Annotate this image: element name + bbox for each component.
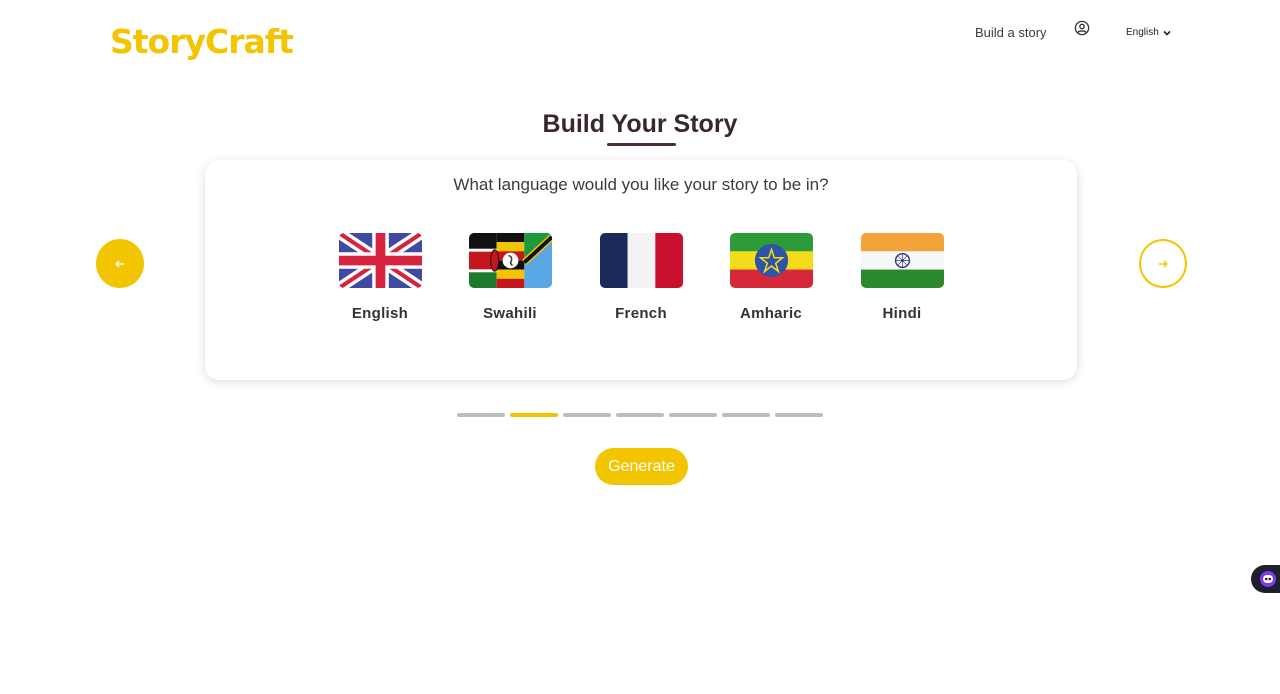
next-step-button[interactable] [1139, 239, 1187, 288]
language-label-swahili: Swahili [483, 305, 537, 322]
france-flag-icon [599, 233, 683, 288]
generate-button[interactable]: Generate [595, 448, 688, 485]
language-option-swahili[interactable]: Swahili [468, 233, 552, 322]
step-progress [457, 413, 823, 417]
progress-step [563, 413, 611, 417]
language-label-french: French [615, 305, 667, 322]
language-label-hindi: Hindi [882, 305, 922, 322]
previous-step-button[interactable] [96, 239, 144, 288]
chatbot-icon [1260, 571, 1276, 587]
user-circle-icon[interactable] [1074, 20, 1090, 36]
progress-step [669, 413, 717, 417]
language-option-amharic[interactable]: Amharic [729, 233, 813, 322]
language-card: What language would you like your story … [205, 160, 1077, 380]
progress-step [775, 413, 823, 417]
progress-step [722, 413, 770, 417]
language-option-english[interactable]: English [338, 233, 422, 322]
language-label-amharic: Amharic [739, 305, 803, 322]
language-option-french[interactable]: French [599, 233, 683, 322]
language-question: What language would you like your story … [453, 175, 829, 194]
chevron-down-icon [1163, 30, 1171, 36]
language-dropdown-value: English [1126, 27, 1159, 38]
language-option-hindi[interactable]: Hindi [860, 233, 944, 322]
india-flag-icon [860, 233, 944, 288]
swahili-flag-icon [468, 233, 552, 288]
language-label-english: English [351, 305, 409, 322]
progress-step [457, 413, 505, 417]
ethiopia-flag-icon [729, 233, 813, 288]
chat-widget-button[interactable] [1251, 565, 1280, 593]
arrow-right-icon [1159, 260, 1168, 267]
uk-flag-icon [338, 233, 422, 288]
nav-build-a-story-link[interactable]: Build a story [975, 25, 1047, 40]
logo[interactable]: StoryCraft [110, 22, 294, 61]
language-dropdown[interactable]: English [1126, 27, 1171, 38]
title-underline [607, 143, 676, 146]
arrow-left-icon [115, 260, 124, 267]
page-title: Build Your Story [542, 110, 738, 138]
progress-step [616, 413, 664, 417]
progress-step-current [510, 413, 558, 417]
